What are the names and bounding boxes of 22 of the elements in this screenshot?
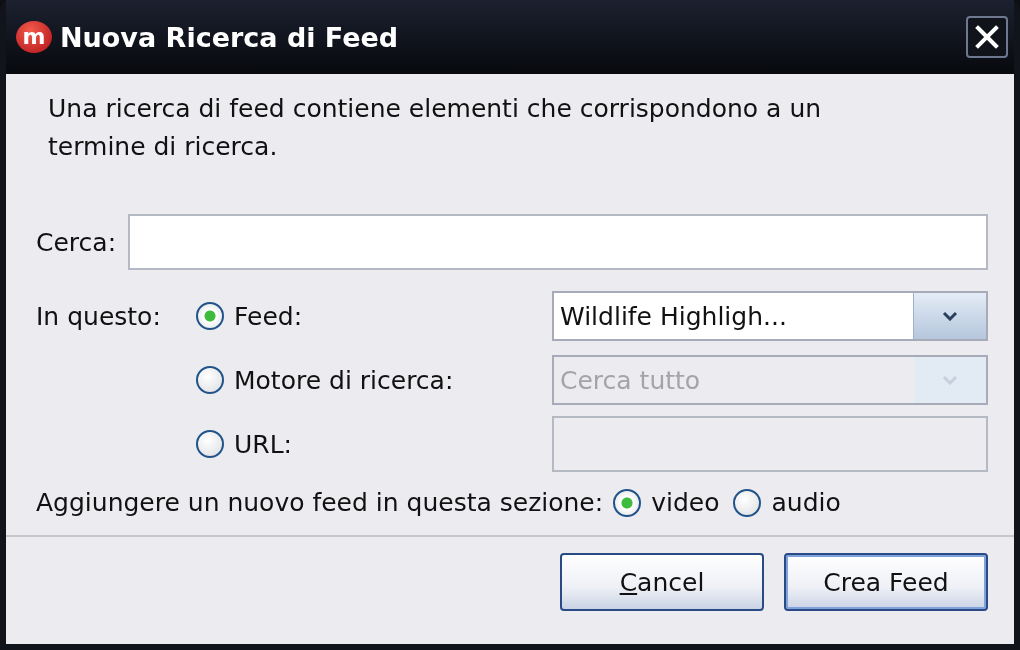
section-label: Aggiungere un nuovo feed in questa sezione:	[36, 488, 604, 517]
search-label: Cerca:	[36, 227, 117, 257]
chevron-down-icon	[942, 375, 958, 385]
window-title: Nuova Ricerca di Feed	[60, 21, 400, 53]
radio-label: audio	[771, 488, 841, 517]
radio-label: URL:	[234, 429, 293, 459]
create-button[interactable]: Crea Feed	[784, 553, 988, 611]
app-logo: m	[16, 21, 52, 53]
search-field[interactable]	[128, 214, 988, 270]
close-icon	[975, 25, 999, 49]
radio-button[interactable]	[196, 302, 224, 330]
close-button[interactable]	[966, 16, 1008, 58]
source-label: In questo:	[36, 301, 162, 331]
radio-button[interactable]	[733, 488, 762, 517]
dropdown[interactable]: Wildlife Highligh...	[552, 291, 988, 341]
radio-button[interactable]	[613, 488, 642, 517]
cancel-button[interactable]: Cancel	[560, 553, 764, 611]
radio-label: Feed:	[234, 301, 303, 331]
chevron-down-icon	[942, 311, 958, 321]
description-text: Una ricerca di feed contiene elementi che corrispondono a un termine di ricerca.	[47, 93, 823, 163]
radio-label: video	[651, 488, 720, 517]
radio-label: Motore di ricerca:	[234, 365, 454, 395]
